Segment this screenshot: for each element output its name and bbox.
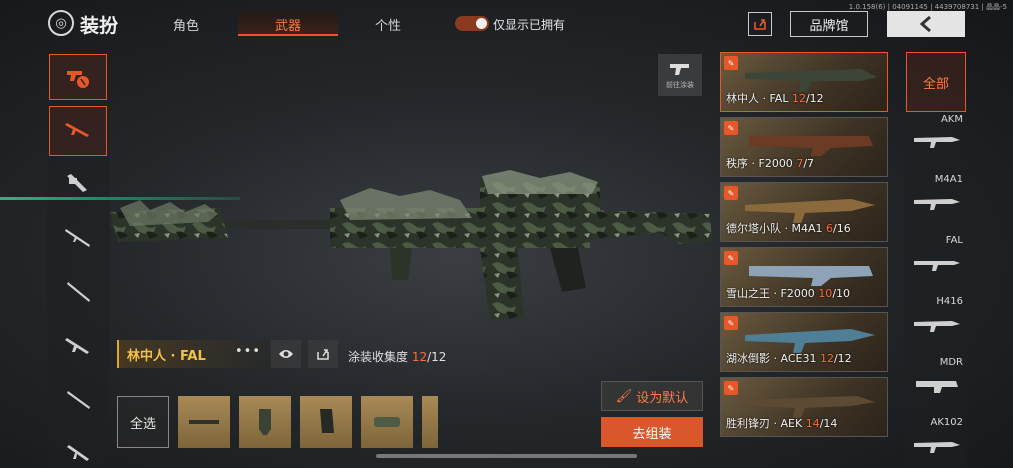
owned-only-label: 仅显示已拥有	[493, 18, 566, 32]
part-barrel[interactable]	[178, 396, 230, 448]
skin-card-label: 德尔塔小队 · M4A1 6/16	[726, 222, 851, 235]
part-more[interactable]	[422, 396, 438, 448]
skin-card[interactable]: ✎ 雪山之王 · F2000 10/10	[720, 247, 888, 307]
category-shotgun[interactable]	[49, 376, 107, 426]
share-icon[interactable]	[748, 12, 772, 36]
skin-card[interactable]: ✎ 湖冰倒影 · ACE31 12/12	[720, 312, 888, 372]
assault-icon	[65, 338, 89, 354]
category-marksman[interactable]	[49, 268, 107, 318]
skin-card[interactable]: ✎ 秩序 · F2000 7/7	[720, 117, 888, 177]
set-default-label: 设为默认	[636, 390, 689, 406]
globe-icon: ◎	[48, 10, 74, 36]
toggle-knob	[476, 18, 487, 29]
akm-icon[interactable]	[912, 130, 962, 150]
skin-card-label: 雪山之王 · F2000 10/10	[726, 287, 851, 300]
chevron-left-icon	[919, 15, 931, 33]
part-handle[interactable]	[300, 396, 352, 448]
mdr-icon[interactable]	[912, 375, 962, 395]
preview-button[interactable]	[271, 340, 301, 368]
collection-owned: 12	[411, 350, 428, 364]
brush-icon: 🖌	[615, 388, 633, 404]
category-launcher[interactable]	[49, 160, 107, 210]
fal-icon[interactable]	[912, 253, 962, 273]
skin-name: 林中人 · FAL	[127, 349, 206, 364]
share-icon	[317, 349, 329, 360]
more-options-icon[interactable]: •••	[235, 344, 261, 359]
part-grip[interactable]	[239, 396, 291, 448]
handle-part-icon	[320, 409, 334, 433]
h416-icon[interactable]	[912, 314, 962, 334]
ak102-icon[interactable]	[912, 435, 962, 455]
shotgun-icon	[67, 391, 90, 409]
skin-card[interactable]: ✎ 胜利锋刃 · AEK 14/14	[720, 377, 888, 437]
share-skin-button[interactable]	[308, 340, 338, 368]
skin-card-label: 胜利锋刃 · AEK 14/14	[726, 417, 838, 430]
collection-progress: 涂装收集度 12/12	[348, 348, 446, 365]
brush-tag-icon: ✎	[724, 381, 738, 395]
brush-tag-icon: ✎	[724, 251, 738, 265]
brush-tag-icon: ✎	[724, 56, 738, 70]
category-rifle[interactable]	[49, 106, 107, 156]
skin-card-label: 秩序 · F2000 7/7	[726, 157, 815, 170]
go-paint-button[interactable]: 前往涂装	[658, 54, 702, 96]
go-assemble-button[interactable]: 去组装	[601, 417, 703, 447]
tab-weapon[interactable]: 武器	[238, 12, 338, 36]
eye-icon	[279, 350, 293, 358]
top-bar: ◎ 装扮 角色 武器 个性 仅显示已拥有 1.0.158(6) | 040911…	[0, 0, 1013, 46]
category-assault[interactable]	[49, 322, 107, 372]
weapon-type-label[interactable]: AK102	[905, 417, 964, 428]
category-sniper[interactable]	[49, 214, 107, 264]
collection-label: 涂装收集度	[348, 350, 409, 364]
brush-tag-icon: ✎	[724, 186, 738, 200]
brush-tag-icon: ✎	[724, 121, 738, 135]
select-all-button[interactable]: 全选	[117, 396, 169, 448]
collection-total: /12	[427, 350, 447, 364]
weapon-skin-icon	[67, 71, 89, 88]
rifle-icon	[65, 123, 89, 137]
weapon-type-label[interactable]: AKM	[905, 114, 963, 125]
sniper-icon	[65, 229, 90, 247]
tab-role[interactable]: 角色	[136, 15, 236, 34]
skin-card[interactable]: ✎ 德尔塔小队 · M4A1 6/16	[720, 182, 888, 242]
back-button[interactable]	[887, 11, 965, 37]
weapon-type-label[interactable]: H416	[905, 296, 963, 307]
smg-icon	[67, 445, 89, 461]
skin-card-label: 林中人 · FAL 12/12	[726, 92, 824, 105]
weapon-type-label[interactable]: MDR	[905, 357, 963, 368]
part-scope[interactable]	[361, 396, 413, 448]
horizontal-scrollbar[interactable]	[376, 454, 637, 458]
skin-name-box[interactable]: 林中人 · FAL •••	[117, 340, 269, 368]
scope-part-icon	[374, 417, 400, 427]
category-smg[interactable]	[49, 430, 107, 468]
go-paint-label: 前往涂装	[666, 80, 694, 89]
weapon-model[interactable]	[100, 160, 720, 330]
weapon-type-label[interactable]: FAL	[905, 235, 963, 246]
page-title: 装扮	[80, 15, 119, 37]
tab-personal[interactable]: 个性	[338, 15, 438, 34]
marksman-icon	[67, 282, 90, 302]
barrel-part-icon	[189, 420, 219, 424]
m4a1-icon[interactable]	[912, 192, 962, 212]
paint-gun-icon	[670, 63, 689, 75]
owned-only-toggle[interactable]	[455, 16, 489, 31]
launcher-icon	[67, 174, 87, 192]
grip-part-icon	[259, 409, 271, 435]
category-weapon-skins[interactable]	[49, 54, 107, 100]
category-all-button[interactable]: 全部	[906, 52, 966, 112]
brand-hall-button[interactable]: 品牌馆	[790, 11, 868, 37]
set-default-button[interactable]: 🖌 设为默认	[601, 381, 703, 411]
weapon-type-label[interactable]: M4A1	[905, 174, 963, 185]
skin-card[interactable]: ✎ 林中人 · FAL 12/12	[720, 52, 888, 112]
brush-tag-icon: ✎	[724, 316, 738, 330]
skin-card-label: 湖冰倒影 · ACE31 12/12	[726, 352, 852, 365]
